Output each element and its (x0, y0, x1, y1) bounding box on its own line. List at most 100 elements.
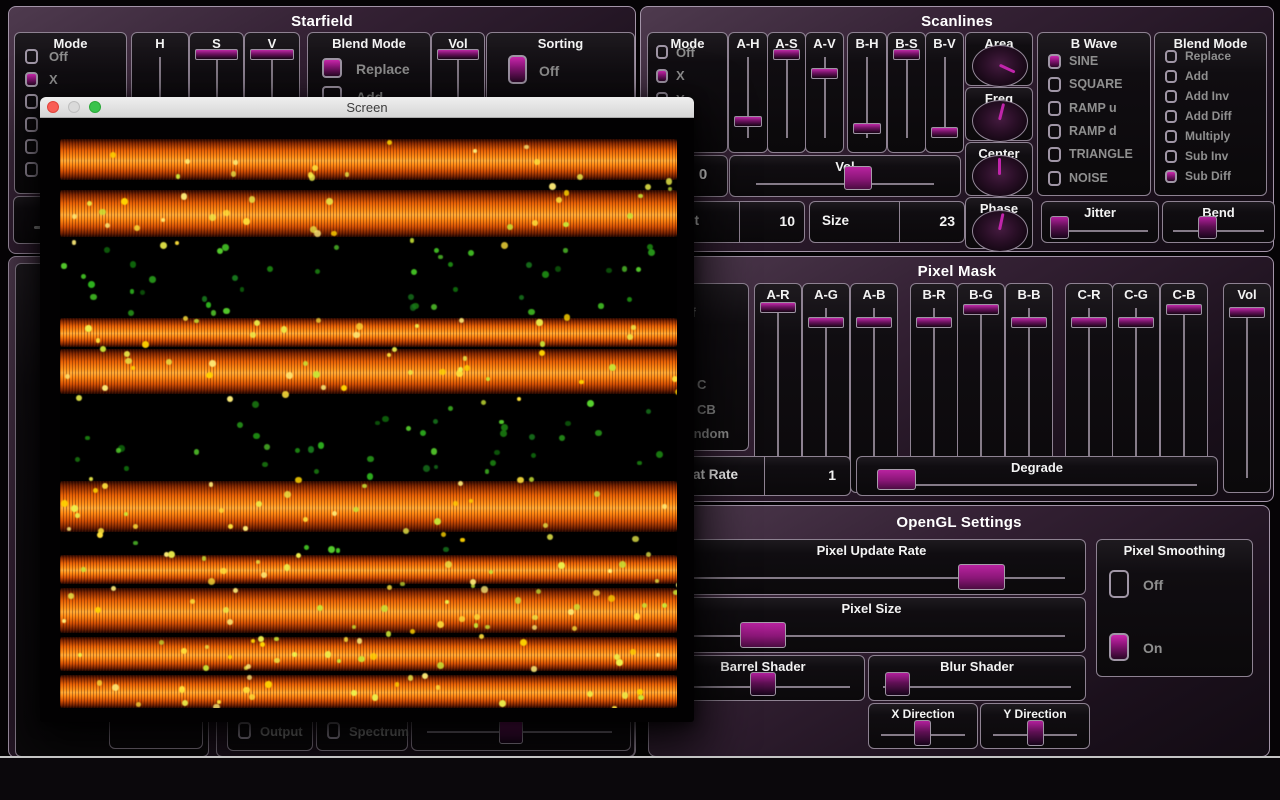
mask-slider-c-b-track[interactable] (1183, 308, 1185, 478)
scanlines-slider-b-s-handle[interactable] (893, 49, 920, 60)
b-wave-list-option-ramp-u[interactable] (1048, 101, 1061, 116)
blur-shader-slider-handle[interactable] (885, 672, 910, 696)
starfield-slider-s-handle[interactable] (195, 49, 238, 60)
starfield-mode-list-option-4[interactable] (25, 139, 38, 154)
starfield-mode-list-option-2[interactable] (25, 94, 38, 109)
degrade-slider-handle[interactable] (877, 469, 916, 490)
starfield-mode-list-option-x[interactable] (25, 72, 38, 87)
star-dot (262, 462, 268, 468)
scanlines-slider-b-v-track[interactable] (944, 57, 946, 138)
count-value[interactable]: 10 (743, 213, 795, 229)
star-dot (563, 222, 568, 227)
output-checkbox[interactable] (238, 722, 251, 739)
mask-slider-a-g-handle[interactable] (808, 317, 844, 328)
starfield-slider-v-handle[interactable] (250, 49, 294, 60)
b-wave-list-option-sine[interactable] (1048, 54, 1061, 69)
rate-value[interactable]: 1 (768, 467, 836, 483)
mask-slider-a-g-track[interactable] (825, 308, 827, 478)
mask-slider-a-r-handle[interactable] (760, 302, 796, 313)
scanlines-blend-mode-list-option-sub-inv[interactable] (1165, 150, 1177, 163)
screen-window-titlebar[interactable]: Screen (40, 97, 694, 118)
starfield-slider-vol-handle[interactable] (437, 49, 479, 60)
starfield-blend-mode-list-option-replace[interactable] (322, 58, 342, 78)
scanlines-slider-a-s-track[interactable] (786, 57, 788, 138)
star-dot (227, 396, 233, 402)
mask-slider-b-g-track[interactable] (980, 308, 982, 478)
scanlines-blend-mode-list-option-replace[interactable] (1165, 50, 1177, 63)
barrel-shader-slider-handle[interactable] (750, 672, 776, 696)
mask-slider-a-b-track[interactable] (873, 308, 875, 478)
scanlines-blend-mode-list-option-multiply[interactable] (1165, 130, 1177, 143)
star-dot (408, 294, 414, 300)
scanlines-blend-mode-list-option-add-diff[interactable] (1165, 110, 1177, 123)
mask-slider-c-b-handle[interactable] (1166, 304, 1202, 315)
mask-slider-b-g-handle[interactable] (963, 304, 999, 315)
b-wave-list-option-noise[interactable] (1048, 171, 1061, 186)
x-direction-slider-handle[interactable] (914, 720, 931, 746)
pixel-mask-mode-c[interactable]: C (697, 377, 706, 392)
star-dot (213, 704, 220, 708)
scanlines-slider-b-s-track[interactable] (906, 57, 908, 138)
star-dot (676, 582, 677, 588)
jitter-slider-handle[interactable] (1050, 216, 1069, 239)
scanlines-blend-mode-list-option-sub-diff[interactable] (1165, 170, 1177, 183)
star-dot (448, 406, 454, 412)
mask-slider-c-g-track[interactable] (1135, 308, 1137, 478)
blur-shader-slider-track[interactable] (883, 686, 1071, 688)
b-wave-list-option-ramp-d[interactable] (1048, 124, 1061, 139)
star-dot (254, 320, 260, 326)
starfield-mode-list-option-5[interactable] (25, 162, 38, 177)
degrade-slider-track[interactable] (877, 484, 1197, 486)
b-wave-list-option-triangle[interactable] (1048, 147, 1061, 162)
y-direction-slider-handle[interactable] (1027, 720, 1044, 746)
freq-knob-box-knob[interactable] (972, 100, 1028, 142)
star-dot (315, 269, 320, 274)
count-divider (739, 202, 740, 242)
starfield-mode-list-option-3[interactable] (25, 117, 38, 132)
b-wave-list-option-square[interactable] (1048, 77, 1061, 92)
star-dot (608, 569, 612, 573)
scanlines-blend-mode-list-option-add-inv[interactable] (1165, 90, 1177, 103)
scanlines-slider-b-v-handle[interactable] (931, 127, 958, 138)
scanlines-mode-list-option-x[interactable] (656, 69, 668, 83)
bottom-strip-slider-handle[interactable] (499, 720, 523, 744)
spectrum-checkbox[interactable] (327, 722, 340, 739)
mask-slider-c-g-handle[interactable] (1118, 317, 1154, 328)
mask-slider-b-r-handle[interactable] (916, 317, 952, 328)
scanlines-slider-a-s-handle[interactable] (773, 49, 800, 60)
star-dot (437, 662, 444, 669)
star-dot (410, 304, 417, 311)
mask-slider-c-r-track[interactable] (1088, 308, 1090, 478)
pixel-smoothing-off-checkbox[interactable] (1109, 570, 1129, 598)
mask-slider-a-r-track[interactable] (777, 308, 779, 478)
pixel-size-slider-handle[interactable] (740, 622, 786, 648)
scanlines-slider-a-v: A-V (805, 32, 844, 153)
star-dot (574, 604, 580, 610)
star-dot (295, 477, 301, 483)
pixel-size-slider-track[interactable] (678, 635, 1065, 637)
starfield-sorting-toggle[interactable] (508, 55, 527, 84)
mask-slider-b-b-track[interactable] (1028, 308, 1030, 478)
pixel-update-rate-slider-handle[interactable] (958, 564, 1005, 590)
star-dot (194, 449, 200, 455)
scanlines-slider-b-h-handle[interactable] (853, 123, 881, 134)
pixel-smoothing-on-checkbox[interactable] (1109, 633, 1129, 661)
pixel-update-rate-slider-track[interactable] (678, 577, 1065, 579)
scanlines-slider-a-v-handle[interactable] (811, 68, 838, 79)
scanlines-mode-list-option-off[interactable] (656, 45, 668, 59)
bend-slider-handle[interactable] (1198, 216, 1217, 239)
star-dot (175, 241, 179, 245)
mask-slider-vol-handle[interactable] (1229, 307, 1265, 318)
mask-slider-b-b-handle[interactable] (1011, 317, 1047, 328)
starfield-mode-list-option-off[interactable] (25, 49, 38, 64)
pixel-mask-mode-cb[interactable]: CB (697, 402, 716, 417)
bend-slider-track[interactable] (1173, 230, 1264, 232)
size-value[interactable]: 23 (903, 213, 955, 229)
mask-slider-vol-track[interactable] (1246, 308, 1248, 478)
mask-slider-a-b-handle[interactable] (856, 317, 892, 328)
scanlines-vol-slider-handle[interactable] (844, 166, 872, 190)
mask-slider-b-r-track[interactable] (933, 308, 935, 478)
scanlines-slider-a-h-handle[interactable] (734, 116, 762, 127)
scanlines-blend-mode-list-option-add[interactable] (1165, 70, 1177, 83)
mask-slider-c-r-handle[interactable] (1071, 317, 1107, 328)
